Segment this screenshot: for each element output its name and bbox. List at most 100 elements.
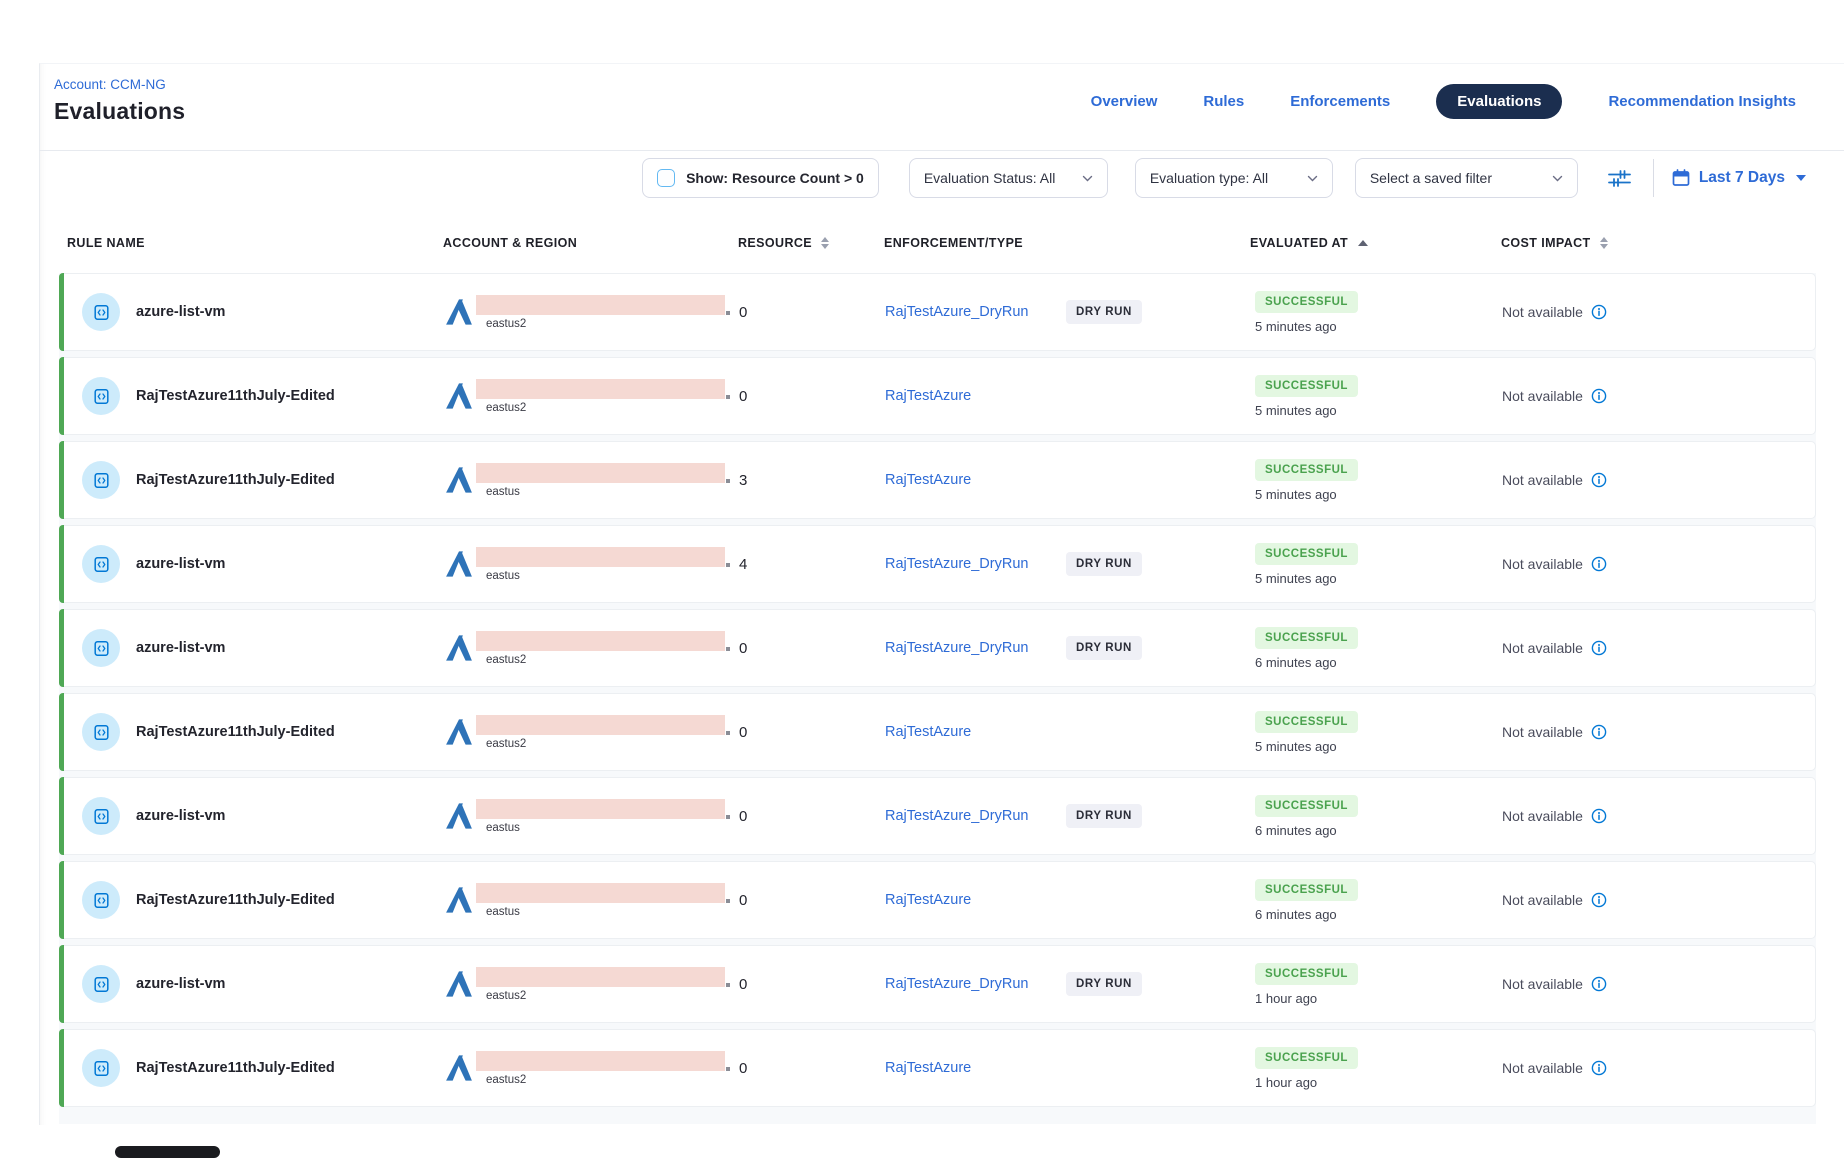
- table-row[interactable]: azure-list-vm eastus 4 RajTestAzure_DryR…: [59, 525, 1816, 603]
- rule-icon: [82, 293, 120, 331]
- account-name-redacted: [476, 547, 725, 567]
- table-row[interactable]: RajTestAzure11thJuly-Edited eastus2 0 Ra…: [59, 357, 1816, 435]
- account-name-redacted: [476, 967, 725, 987]
- dry-run-badge: DRY RUN: [1066, 972, 1142, 996]
- resource-count-checkbox[interactable]: [657, 169, 675, 187]
- caret-down-icon: [1796, 175, 1806, 181]
- evaluations-page: Account: CCM-NG Evaluations Overview Rul…: [0, 0, 1844, 1162]
- table-rows: azure-list-vm eastus2 0 RajTestAzure_Dry…: [59, 273, 1816, 1124]
- row-accent-bar: [59, 357, 64, 435]
- nav-tab-evaluations[interactable]: Evaluations: [1436, 84, 1562, 119]
- rule-name: RajTestAzure11thJuly-Edited: [136, 472, 335, 488]
- enforcement-link[interactable]: RajTestAzure: [885, 472, 1066, 488]
- table-row[interactable]: azure-list-vm eastus 0 RajTestAzure_DryR…: [59, 777, 1816, 855]
- evaluated-time: 6 minutes ago: [1255, 907, 1337, 922]
- status-badge: SUCCESSFUL: [1255, 291, 1358, 313]
- account-name-redacted: [476, 1051, 725, 1071]
- status-badge: SUCCESSFUL: [1255, 795, 1358, 817]
- filter-sliders-icon[interactable]: [1603, 161, 1637, 195]
- info-icon[interactable]: [1591, 976, 1607, 992]
- info-icon[interactable]: [1591, 640, 1607, 656]
- column-header-cost-impact[interactable]: COST IMPACT: [1500, 236, 1816, 250]
- enforcement-link[interactable]: RajTestAzure: [885, 1060, 1066, 1076]
- rule-name: azure-list-vm: [136, 976, 225, 992]
- account-breadcrumb[interactable]: Account: CCM-NG: [54, 77, 166, 92]
- status-badge: SUCCESSFUL: [1255, 459, 1358, 481]
- info-icon[interactable]: [1591, 304, 1607, 320]
- evaluated-time: 5 minutes ago: [1255, 487, 1337, 502]
- info-icon[interactable]: [1591, 808, 1607, 824]
- azure-icon: [444, 1053, 474, 1083]
- rule-name: azure-list-vm: [136, 808, 225, 824]
- dry-run-badge: DRY RUN: [1066, 804, 1142, 828]
- nav-tab-enforcements[interactable]: Enforcements: [1290, 93, 1390, 110]
- resource-count: 0: [739, 724, 747, 741]
- azure-icon: [444, 297, 474, 327]
- account-name-redacted: [476, 883, 725, 903]
- status-badge: SUCCESSFUL: [1255, 711, 1358, 733]
- cost-impact-value: Not available: [1502, 1060, 1583, 1076]
- table-row[interactable]: RajTestAzure11thJuly-Edited eastus2 0 Ra…: [59, 1029, 1816, 1107]
- horizontal-scrollbar-thumb[interactable]: [115, 1146, 220, 1158]
- evaluated-time: 1 hour ago: [1255, 991, 1317, 1006]
- enforcement-link[interactable]: RajTestAzure: [885, 388, 1066, 404]
- table-row[interactable]: RajTestAzure11thJuly-Edited eastus2 0 Ra…: [59, 693, 1816, 771]
- cost-impact-value: Not available: [1502, 472, 1583, 488]
- rule-icon: [82, 713, 120, 751]
- info-icon[interactable]: [1591, 472, 1607, 488]
- page-title: Evaluations: [54, 98, 185, 125]
- info-icon[interactable]: [1591, 892, 1607, 908]
- row-accent-bar: [59, 609, 64, 687]
- azure-icon: [444, 633, 474, 663]
- nav-tab-overview[interactable]: Overview: [1091, 93, 1158, 110]
- column-header-rule-name: RULE NAME: [59, 236, 443, 250]
- table-row[interactable]: RajTestAzure11thJuly-Edited eastus 3 Raj…: [59, 441, 1816, 519]
- enforcement-link[interactable]: RajTestAzure_DryRun: [885, 304, 1066, 320]
- evaluation-type-select[interactable]: Evaluation type: All: [1135, 158, 1333, 198]
- resource-count: 3: [739, 472, 747, 489]
- account-name-redacted: [476, 715, 725, 735]
- column-header-enforcement-type: ENFORCEMENT/TYPE: [884, 236, 1249, 250]
- saved-filter-select[interactable]: Select a saved filter: [1355, 158, 1578, 198]
- rule-icon: [82, 461, 120, 499]
- info-icon[interactable]: [1591, 556, 1607, 572]
- resource-count-label: Show: Resource Count > 0: [686, 170, 864, 186]
- region-label: eastus2: [486, 318, 725, 330]
- table-row[interactable]: azure-list-vm eastus2 0 RajTestAzure_Dry…: [59, 609, 1816, 687]
- rule-icon: [82, 1049, 120, 1087]
- enforcement-link[interactable]: RajTestAzure_DryRun: [885, 556, 1066, 572]
- nav-tab-recommendation-insights[interactable]: Recommendation Insights: [1608, 93, 1796, 110]
- azure-icon: [444, 549, 474, 579]
- table-row[interactable]: azure-list-vm eastus2 0 RajTestAzure_Dry…: [59, 273, 1816, 351]
- enforcement-link[interactable]: RajTestAzure_DryRun: [885, 640, 1066, 656]
- column-header-resource[interactable]: RESOURCE: [734, 236, 884, 250]
- column-header-evaluated-at[interactable]: EVALUATED AT: [1249, 236, 1500, 250]
- info-icon[interactable]: [1591, 388, 1607, 404]
- enforcement-link[interactable]: RajTestAzure: [885, 724, 1066, 740]
- table-row[interactable]: RajTestAzure11thJuly-Edited eastus 0 Raj…: [59, 861, 1816, 939]
- rule-name: azure-list-vm: [136, 556, 225, 572]
- region-label: eastus: [486, 570, 725, 582]
- sort-icon: [821, 237, 829, 250]
- nav-tab-rules[interactable]: Rules: [1203, 93, 1244, 110]
- info-icon[interactable]: [1591, 1060, 1607, 1076]
- status-badge: SUCCESSFUL: [1255, 627, 1358, 649]
- enforcement-link[interactable]: RajTestAzure: [885, 892, 1066, 908]
- resource-count-filter[interactable]: Show: Resource Count > 0: [642, 158, 879, 198]
- rule-name: RajTestAzure11thJuly-Edited: [136, 1060, 335, 1076]
- evaluation-status-select[interactable]: Evaluation Status: All: [909, 158, 1108, 198]
- cost-impact-value: Not available: [1502, 304, 1583, 320]
- evaluated-time: 5 minutes ago: [1255, 739, 1337, 754]
- cost-impact-value: Not available: [1502, 556, 1583, 572]
- enforcement-link[interactable]: RajTestAzure_DryRun: [885, 976, 1066, 992]
- table-row[interactable]: azure-list-vm eastus2 0 RajTestAzure_Dry…: [59, 945, 1816, 1023]
- resource-count: 0: [739, 892, 747, 909]
- dry-run-badge: DRY RUN: [1066, 300, 1142, 324]
- filter-divider: [1653, 159, 1654, 197]
- info-icon[interactable]: [1591, 724, 1607, 740]
- region-label: eastus: [486, 822, 725, 834]
- evaluated-time: 6 minutes ago: [1255, 655, 1337, 670]
- date-range-picker[interactable]: Last 7 Days: [1672, 169, 1806, 187]
- azure-icon: [444, 885, 474, 915]
- enforcement-link[interactable]: RajTestAzure_DryRun: [885, 808, 1066, 824]
